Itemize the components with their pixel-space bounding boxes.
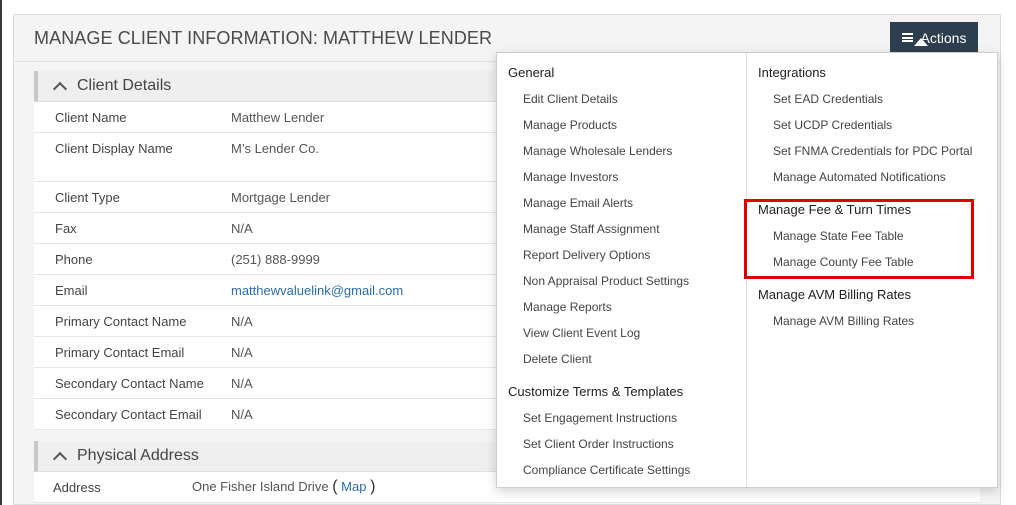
menu-item-set-fnma-credentials[interactable]: Set FNMA Credentials for PDC Portal — [773, 144, 972, 158]
detail-label: Secondary Contact Email — [55, 407, 202, 422]
menu-item-view-client-event-log[interactable]: View Client Event Log — [523, 326, 640, 340]
detail-label: Primary Contact Email — [55, 345, 185, 360]
menu-section-customize: Customize Terms & Templates — [508, 384, 684, 399]
menu-item-delete-client[interactable]: Delete Client — [523, 352, 592, 366]
detail-label: Secondary Contact Name — [55, 376, 204, 391]
detail-label: Client Display Name — [55, 141, 173, 156]
detail-label: Phone — [55, 252, 93, 267]
address-value: One Fisher Island Drive — [192, 479, 329, 494]
detail-label: Client Name — [55, 110, 127, 125]
detail-label: Email — [55, 283, 88, 298]
menu-section-fee-turn-times: Manage Fee & Turn Times — [758, 202, 912, 217]
menu-item-manage-investors[interactable]: Manage Investors — [523, 170, 618, 184]
map-link[interactable]: Map — [341, 479, 366, 494]
detail-value: Matthew Lender — [231, 110, 325, 125]
menu-item-compliance-certificate-settings[interactable]: Compliance Certificate Settings — [523, 463, 690, 477]
menu-section-integrations: Integrations — [758, 65, 826, 80]
detail-label: Primary Contact Name — [55, 314, 187, 329]
menu-item-set-ead-credentials[interactable]: Set EAD Credentials — [773, 92, 883, 106]
dropdown-caret — [914, 38, 928, 46]
email-link[interactable]: matthewvaluelink@gmail.com — [231, 283, 403, 298]
menu-item-manage-state-fee-table[interactable]: Manage State Fee Table — [773, 229, 904, 243]
menu-item-manage-email-alerts[interactable]: Manage Email Alerts — [523, 196, 633, 210]
address-value-wrap: One Fisher Island Drive ( Map ) — [192, 478, 375, 496]
menu-item-report-delivery-options[interactable]: Report Delivery Options — [523, 248, 650, 262]
menu-item-set-engagement-instructions[interactable]: Set Engagement Instructions — [523, 411, 677, 425]
actions-dropdown-menu: General Edit Client Details Manage Produ… — [496, 52, 998, 488]
menu-section-avm-billing-rates: Manage AVM Billing Rates — [758, 287, 911, 302]
menu-column-right: Integrations Set EAD Credentials Set UCD… — [747, 53, 997, 487]
menu-item-manage-reports[interactable]: Manage Reports — [523, 300, 612, 314]
hamburger-icon — [901, 33, 913, 42]
menu-item-edit-client-details[interactable]: Edit Client Details — [523, 92, 618, 106]
chevron-up-icon — [52, 81, 68, 96]
menu-item-manage-wholesale-lenders[interactable]: Manage Wholesale Lenders — [523, 144, 672, 158]
detail-value: N/A — [231, 407, 253, 422]
detail-label: Fax — [55, 221, 77, 236]
page-title: MANAGE CLIENT INFORMATION: MATTHEW LENDE… — [34, 28, 493, 48]
menu-item-manage-county-fee-table[interactable]: Manage County Fee Table — [773, 255, 914, 269]
address-label: Address — [53, 480, 101, 495]
detail-value: N/A — [231, 376, 253, 391]
detail-value: N/A — [231, 221, 253, 236]
chevron-up-icon — [52, 451, 68, 466]
detail-value: N/A — [231, 345, 253, 360]
left-edge-bar — [0, 0, 2, 505]
menu-item-set-client-order-instructions[interactable]: Set Client Order Instructions — [523, 437, 674, 451]
detail-value: M’s Lender Co. — [231, 141, 319, 156]
menu-item-manage-avm-billing-rates[interactable]: Manage AVM Billing Rates — [773, 314, 914, 328]
menu-column-left: General Edit Client Details Manage Produ… — [497, 53, 747, 487]
detail-value: (251) 888-9999 — [231, 252, 320, 267]
client-details-title: Client Details — [77, 77, 172, 94]
detail-value: N/A — [231, 314, 253, 329]
menu-item-manage-staff-assignment[interactable]: Manage Staff Assignment — [523, 222, 660, 236]
menu-section-general: General — [508, 65, 555, 80]
detail-label: Client Type — [55, 190, 120, 205]
paren-open: ( — [332, 478, 338, 495]
menu-item-set-ucdp-credentials[interactable]: Set UCDP Credentials — [773, 118, 892, 132]
menu-item-non-appraisal-product-settings[interactable]: Non Appraisal Product Settings — [523, 274, 689, 288]
detail-value: Mortgage Lender — [231, 190, 331, 205]
physical-address-title: Physical Address — [77, 447, 199, 464]
menu-item-manage-automated-notifications[interactable]: Manage Automated Notifications — [773, 170, 946, 184]
menu-item-manage-products[interactable]: Manage Products — [523, 118, 617, 132]
actions-button[interactable]: Actions — [890, 22, 978, 53]
paren-close: ) — [370, 478, 376, 495]
